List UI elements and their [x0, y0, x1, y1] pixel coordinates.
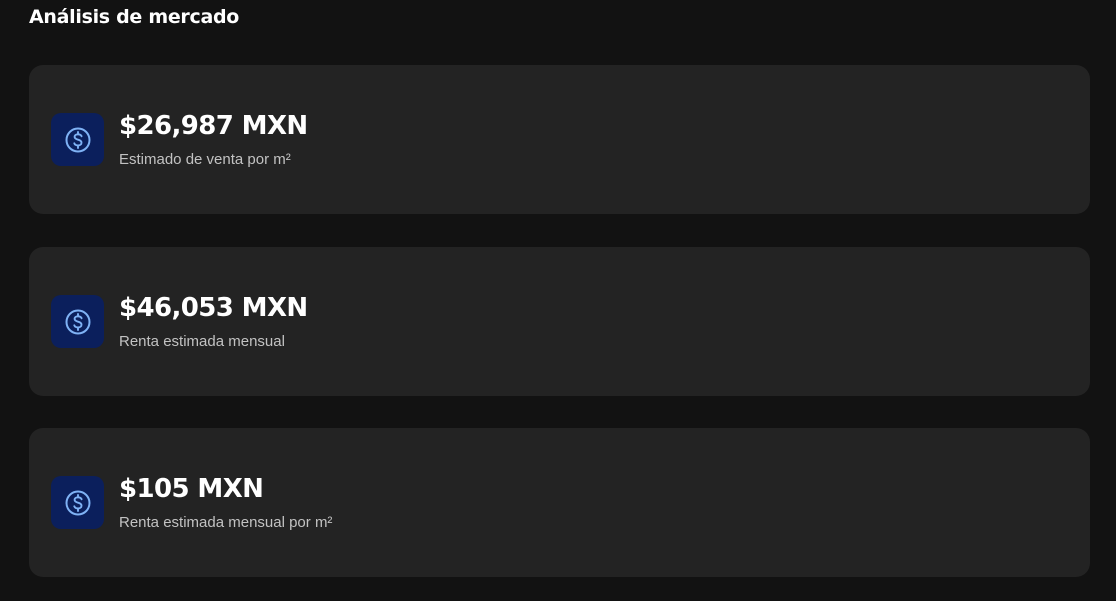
rent-per-m2-label: Renta estimada mensual por m²: [119, 514, 333, 531]
sale-price-per-m2-card: $26,987 MXN Estimado de venta por m²: [29, 65, 1090, 214]
section-title: Análisis de mercado: [29, 6, 240, 28]
monthly-rent-label: Renta estimada mensual: [119, 333, 285, 350]
dollar-circle-icon: [51, 295, 104, 348]
market-analysis-panel: Análisis de mercado $26,987 MXN Estimado…: [0, 0, 1116, 601]
monthly-rent-value: $46,053 MXN: [119, 293, 308, 323]
sale-price-label: Estimado de venta por m²: [119, 151, 291, 168]
dollar-circle-icon: [51, 113, 104, 166]
monthly-rent-per-m2-card: $105 MXN Renta estimada mensual por m²: [29, 428, 1090, 577]
dollar-circle-icon: [51, 476, 104, 529]
sale-price-value: $26,987 MXN: [119, 111, 308, 141]
monthly-rent-card: $46,053 MXN Renta estimada mensual: [29, 247, 1090, 396]
rent-per-m2-value: $105 MXN: [119, 474, 264, 504]
